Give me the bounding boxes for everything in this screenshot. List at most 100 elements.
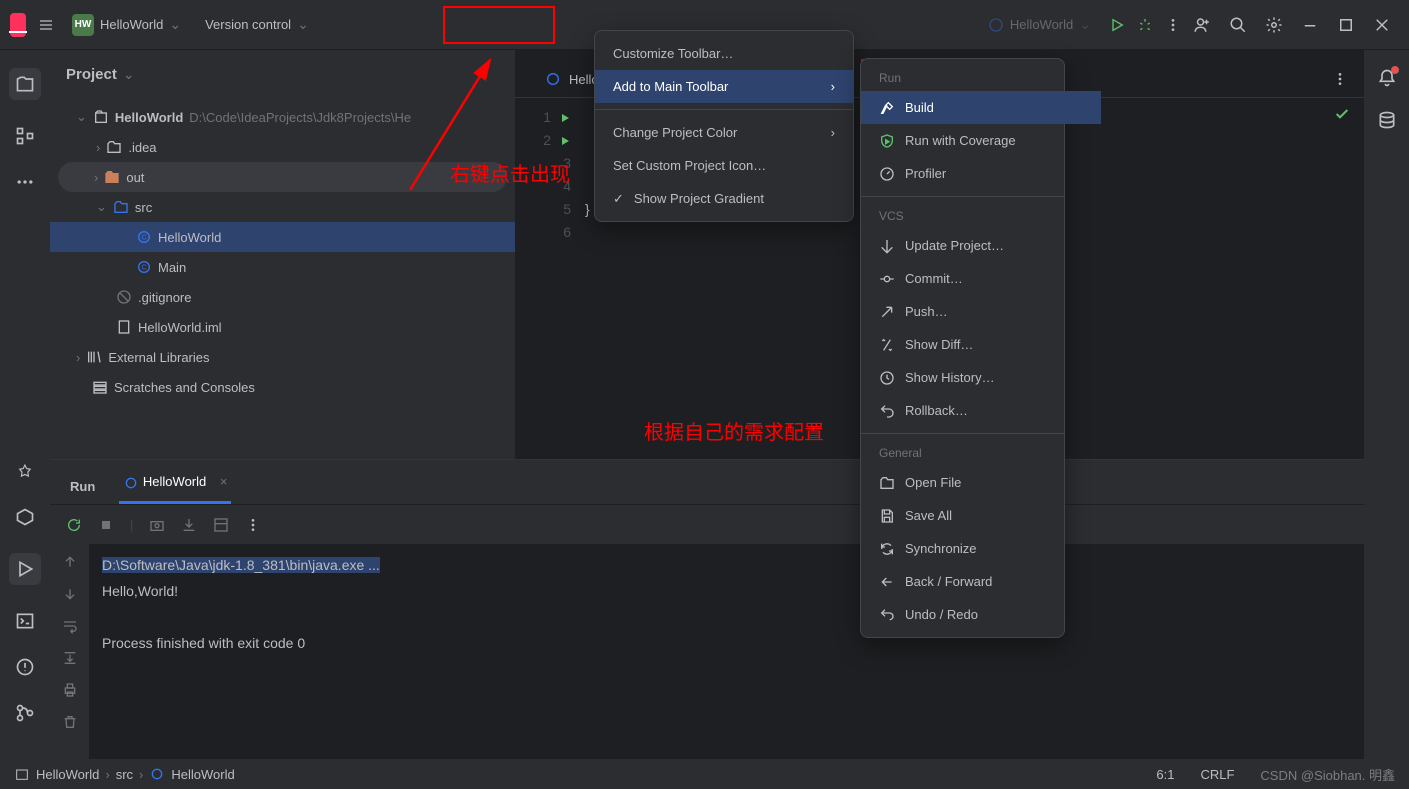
minimize-icon[interactable] <box>1301 16 1319 34</box>
run-tab-run[interactable]: Run <box>66 469 99 504</box>
export-icon[interactable] <box>181 517 197 533</box>
submenu-sync[interactable]: Synchronize <box>861 532 1101 565</box>
gauge-icon <box>879 166 895 182</box>
menu-customize-toolbar[interactable]: Customize Toolbar… <box>595 37 853 70</box>
run-tool-icon[interactable] <box>9 553 41 585</box>
submenu-save-all[interactable]: Save All <box>861 499 1101 532</box>
right-tool-rail <box>1364 50 1409 759</box>
tree-ext-lib[interactable]: › External Libraries <box>50 342 515 372</box>
settings-icon[interactable] <box>1265 16 1283 34</box>
tree-file-hello[interactable]: C HelloWorld <box>50 222 515 252</box>
main-menu-icon[interactable] <box>38 17 54 33</box>
build-tool-icon[interactable] <box>15 461 35 481</box>
layout-icon[interactable] <box>213 517 229 533</box>
more-icon[interactable] <box>245 517 261 533</box>
close-icon[interactable] <box>1373 16 1391 34</box>
tree-file-main[interactable]: C Main <box>50 252 515 282</box>
tab-options-icon[interactable] <box>1332 71 1348 87</box>
line-ending[interactable]: CRLF <box>1200 767 1234 782</box>
tree-label: External Libraries <box>108 350 209 365</box>
run-button[interactable] <box>1109 17 1125 33</box>
print-icon[interactable] <box>62 682 78 698</box>
scroll-end-icon[interactable] <box>62 650 78 666</box>
git-tool-icon[interactable] <box>15 703 35 723</box>
watermark: CSDN @Siobhan. 明鑫 <box>1260 765 1395 784</box>
debug-button[interactable] <box>1137 17 1153 33</box>
push-icon <box>879 304 895 320</box>
submenu-rollback[interactable]: Rollback… <box>861 394 1101 427</box>
submenu-commit[interactable]: Commit… <box>861 262 1101 295</box>
save-icon <box>879 508 895 524</box>
run-tab-config[interactable]: HelloWorld × <box>119 464 231 504</box>
menu-show-project-gradient[interactable]: ✓Show Project Gradient <box>595 182 853 215</box>
sync-icon <box>879 541 895 557</box>
up-icon[interactable] <box>62 554 78 570</box>
folder-icon <box>104 169 120 185</box>
gitignore-icon <box>116 289 132 305</box>
code-with-me-icon[interactable] <box>1193 16 1211 34</box>
breadcrumb[interactable]: HelloWorld› src› HelloWorld <box>14 766 235 782</box>
inspection-ok-icon[interactable] <box>1334 106 1350 122</box>
svg-text:C: C <box>141 263 147 272</box>
database-icon[interactable] <box>1377 110 1397 130</box>
run-panel-tabs: Run HelloWorld × <box>50 460 1364 504</box>
screenshot-icon[interactable] <box>149 517 165 533</box>
menu-change-project-color[interactable]: Change Project Color› <box>595 116 853 149</box>
down-icon[interactable] <box>62 586 78 602</box>
project-tool-icon[interactable] <box>9 68 41 100</box>
project-selector[interactable]: HW HelloWorld <box>66 10 187 40</box>
tree-label: .gitignore <box>138 290 191 305</box>
rerun-icon[interactable] <box>66 517 82 533</box>
update-icon <box>879 238 895 254</box>
submenu-history[interactable]: Show History… <box>861 361 1101 394</box>
class-icon <box>988 17 1004 33</box>
submenu-profiler[interactable]: Profiler <box>861 157 1101 190</box>
history-icon <box>879 370 895 386</box>
stop-icon[interactable] <box>98 517 114 533</box>
search-icon[interactable] <box>1229 16 1247 34</box>
menu-add-to-main-toolbar[interactable]: Add to Main Toolbar› <box>595 70 853 103</box>
chevron-down-icon <box>297 16 309 33</box>
project-name-label: HelloWorld <box>100 17 163 32</box>
chevron-down-icon <box>1079 16 1091 33</box>
folder-icon <box>106 139 122 155</box>
submenu-build[interactable]: Build <box>861 91 1101 124</box>
structure-tool-icon[interactable] <box>15 126 35 146</box>
vcs-selector[interactable]: Version control <box>199 12 315 37</box>
submenu-open-file[interactable]: Open File <box>861 466 1101 499</box>
console-path: D:\Software\Java\jdk-1.8_381\bin\java.ex… <box>102 557 380 573</box>
menu-set-custom-icon[interactable]: Set Custom Project Icon… <box>595 149 853 182</box>
notifications-icon[interactable] <box>1377 68 1397 88</box>
submenu-undo-redo[interactable]: Undo / Redo <box>861 598 1101 631</box>
project-header-label: Project <box>66 66 117 83</box>
class-icon <box>545 71 561 87</box>
console-output[interactable]: D:\Software\Java\jdk-1.8_381\bin\java.ex… <box>90 544 1364 759</box>
submenu-diff[interactable]: Show Diff… <box>861 328 1101 361</box>
more-actions-icon[interactable] <box>1165 17 1181 33</box>
problems-tool-icon[interactable] <box>15 657 35 677</box>
submenu-update[interactable]: Update Project… <box>861 229 1101 262</box>
services-tool-icon[interactable] <box>15 507 35 527</box>
status-bar: HelloWorld› src› HelloWorld 6:1 CRLF CSD… <box>0 759 1409 789</box>
class-icon: C <box>136 259 152 275</box>
soft-wrap-icon[interactable] <box>62 618 78 634</box>
close-tab-icon[interactable]: × <box>220 474 228 489</box>
tree-scratches[interactable]: Scratches and Consoles <box>50 372 515 402</box>
maximize-icon[interactable] <box>1337 16 1355 34</box>
submenu-back-forward[interactable]: Back / Forward <box>861 565 1101 598</box>
module-icon <box>93 109 109 125</box>
run-config-selector[interactable]: HelloWorld <box>982 12 1097 37</box>
tree-gitignore[interactable]: .gitignore <box>50 282 515 312</box>
submenu-arrow-icon: › <box>831 125 835 140</box>
rollback-icon <box>879 403 895 419</box>
cursor-position[interactable]: 6:1 <box>1156 767 1174 782</box>
tree-label: out <box>126 170 144 185</box>
terminal-tool-icon[interactable] <box>15 611 35 631</box>
submenu-arrow-icon: › <box>831 79 835 94</box>
left-tool-rail <box>0 50 50 759</box>
submenu-push[interactable]: Push… <box>861 295 1101 328</box>
clear-icon[interactable] <box>62 714 78 730</box>
submenu-coverage[interactable]: Run with Coverage <box>861 124 1101 157</box>
more-tools-icon[interactable] <box>15 172 35 192</box>
tree-iml[interactable]: HelloWorld.iml <box>50 312 515 342</box>
